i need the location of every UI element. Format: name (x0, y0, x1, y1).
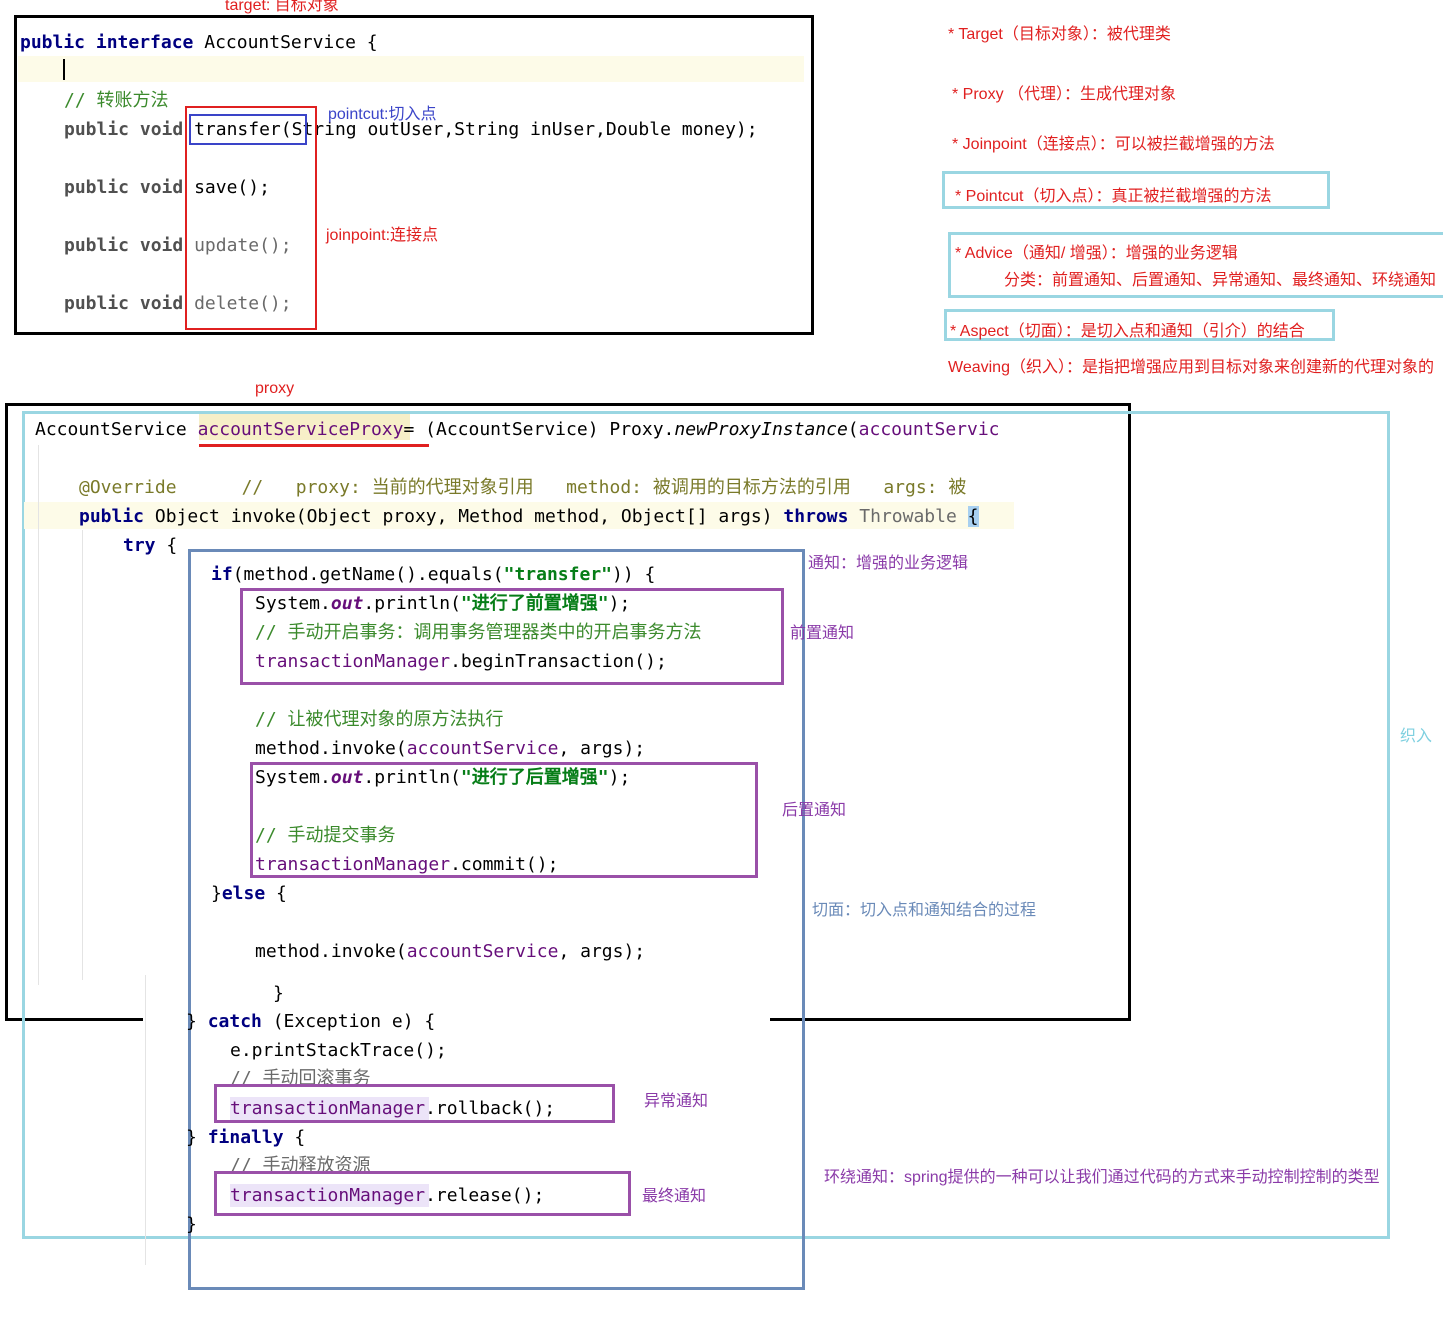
def-advice: * Advice（通知/ 增强）：增强的业务逻辑 (955, 245, 1238, 262)
begin-tx-line: transactionManager.beginTransaction(); (255, 651, 667, 672)
caret-line-highlight (18, 56, 804, 82)
invoke-comment-line: // 让被代理对象的原方法执行 (255, 709, 504, 730)
weaving-label: 织入 (1400, 728, 1433, 745)
proxy-decl-line: AccountService accountServiceProxy= (Acc… (35, 419, 1000, 440)
target-label: target: 目标对象 (225, 0, 339, 14)
around-advice-label: 环绕通知：spring提供的一种可以让我们通过代码的方式来手动控制控制的类型 (824, 1169, 1380, 1186)
before-advice-label: 前置通知 (790, 625, 855, 642)
joinpoint-label: joinpoint:连接点 (326, 227, 439, 244)
indent-guide (145, 975, 146, 1265)
def-weaving: Weaving（织入）：是指把增强应用到目标对象来创建新的代理对象的 (948, 359, 1434, 376)
indent-guide (38, 445, 39, 985)
def-target: * Target（目标对象）：被代理类 (948, 26, 1171, 43)
text-caret (63, 59, 65, 80)
end-brace: } (186, 1214, 197, 1235)
override-line: @Override // proxy: 当前的代理对象引用 method: 被调… (79, 477, 967, 498)
exception-advice-label: 异常通知 (644, 1093, 709, 1110)
finally-line: } finally { (186, 1127, 306, 1148)
pointcut-label: pointcut:切入点 (328, 106, 437, 123)
proxy-label: proxy (255, 380, 295, 397)
interface-decl-line: public interface AccountService { (20, 32, 378, 53)
closing-brace: } (273, 983, 284, 1004)
try-line: try { (123, 535, 178, 556)
def-joinpoint: * Joinpoint（连接点）：可以被拦截增强的方法 (952, 136, 1275, 153)
before-println-line: System.out.println("进行了前置增强"); (255, 593, 631, 614)
var-underline (199, 444, 429, 447)
def-pointcut: * Pointcut（切入点）：真正被拦截增强的方法 (955, 188, 1272, 205)
invoke-decl-line: public Object invoke(Object proxy, Metho… (79, 506, 979, 527)
if-line: if(method.getName().equals("transfer")) … (211, 564, 656, 585)
catch-line: } catch (Exception e) { (186, 1011, 436, 1032)
final-advice-label: 最终通知 (642, 1188, 707, 1205)
commit-line: transactionManager.commit(); (255, 854, 559, 875)
def-aspect: * Aspect（切面）：是切入点和通知（引介）的结合 (950, 323, 1305, 340)
def-proxy: * Proxy （代理）：生成代理对象 (952, 86, 1177, 103)
advice-label: 通知：增强的业务逻辑 (808, 555, 969, 572)
method-invoke-line: method.invoke(accountService, args); (255, 738, 646, 759)
else-invoke-line: method.invoke(accountService, args); (255, 941, 646, 962)
else-line: }else { (211, 883, 287, 904)
begin-comment-line: // 手动开启事务：调用事务管理器类中的开启事务方法 (255, 622, 702, 643)
print-stack-line: e.printStackTrace(); (230, 1040, 447, 1061)
indent-guide (82, 530, 83, 980)
release-line: transactionManager.release(); (230, 1185, 545, 1206)
rollback-line: transactionManager.rollback(); (230, 1098, 556, 1119)
pointcut-box (189, 114, 307, 145)
aspect-label: 切面：切入点和通知结合的过程 (812, 902, 1037, 919)
after-println-line: System.out.println("进行了后置增强"); (255, 767, 631, 788)
transfer-comment: // 转账方法 (64, 90, 169, 111)
def-advice-types: 分类：前置通知、后置通知、异常通知、最终通知、环绕通知 (1004, 272, 1437, 289)
commit-comment-line: // 手动提交事务 (255, 825, 396, 846)
after-advice-label: 后置通知 (782, 802, 847, 819)
